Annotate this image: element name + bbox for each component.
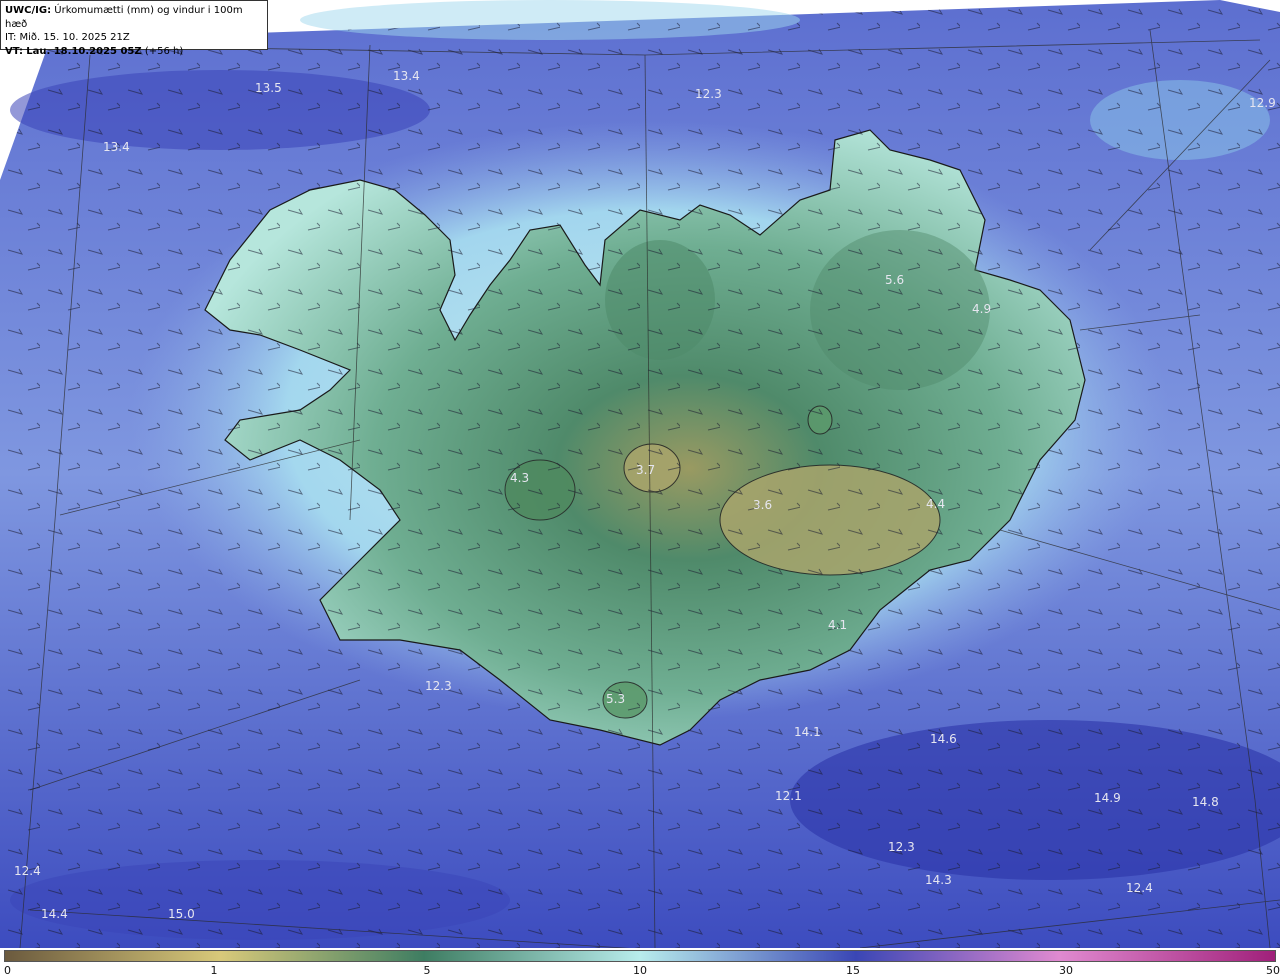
colorbar-tick: 50 — [1266, 964, 1280, 977]
colorbar: 0 1 5 10 15 30 50 — [0, 948, 1280, 978]
value-label: 13.4 — [103, 140, 130, 154]
colorbar-tick: 5 — [423, 964, 431, 977]
value-label: 15.0 — [168, 907, 195, 921]
value-label: 4.1 — [828, 618, 847, 632]
colorbar-gradient — [4, 950, 1276, 962]
model-label: UWC/IG: — [5, 5, 52, 16]
value-label: 14.4 — [41, 907, 68, 921]
value-label: 12.3 — [888, 840, 915, 854]
value-label: 4.3 — [510, 471, 529, 485]
value-label: 12.3 — [425, 679, 452, 693]
value-label: 12.4 — [14, 864, 41, 878]
value-label: 3.6 — [753, 498, 772, 512]
value-label: 14.3 — [925, 873, 952, 887]
value-label: 4.4 — [926, 497, 945, 511]
value-label: 14.9 — [1094, 791, 1121, 805]
colorbar-tick: 15 — [846, 964, 860, 977]
value-label: 14.8 — [1192, 795, 1219, 809]
colorbar-tick: 1 — [210, 964, 218, 977]
value-label: 12.9 — [1249, 96, 1276, 110]
valid-offset: (+56 h) — [144, 45, 184, 57]
value-label: 14.6 — [930, 732, 957, 746]
value-label: 14.1 — [794, 725, 821, 739]
init-time: IT: Mið. 15. 10. 2025 21Z — [5, 32, 130, 43]
map-info-box: UWC/IG: Úrkomumætti (mm) og vindur i 100… — [0, 0, 268, 57]
value-label: 12.1 — [775, 789, 802, 803]
precipitable-water-map: 13.5 13.4 12.3 12.9 13.4 5.6 4.9 3.7 4.3… — [0, 0, 1280, 948]
valid-label: VT: — [5, 45, 24, 57]
value-label: 5.3 — [606, 692, 625, 706]
valid-time: Lau. 18.10.2025 05Z — [26, 45, 142, 57]
value-label: 13.4 — [393, 69, 420, 83]
value-label: 12.3 — [695, 87, 722, 101]
value-label: 13.5 — [255, 81, 282, 95]
colorbar-tick: 10 — [633, 964, 647, 977]
value-label: 4.9 — [972, 302, 991, 316]
value-label: 3.7 — [636, 463, 655, 477]
colorbar-tick: 30 — [1059, 964, 1073, 977]
value-label: 12.4 — [1126, 881, 1153, 895]
colorbar-tick: 0 — [4, 964, 11, 977]
value-label: 5.6 — [885, 273, 904, 287]
